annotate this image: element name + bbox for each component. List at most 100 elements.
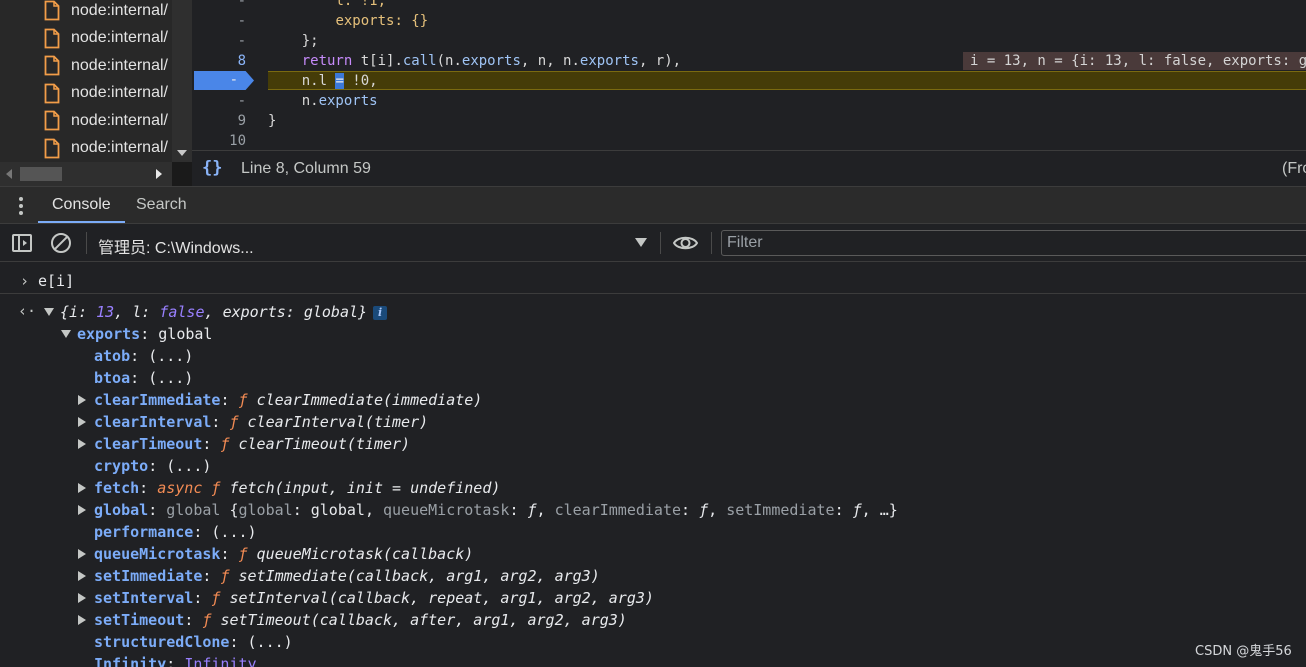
code-line-text: return t[i].call(n.exports, n, n.exports… [301,53,682,69]
info-icon[interactable]: i [373,305,388,320]
file-list-vertical-scrollbar[interactable] [172,0,192,162]
show-sidebar-icon[interactable] [12,234,32,252]
expand-property-icon[interactable] [78,593,86,603]
expand-property-icon[interactable] [78,483,86,493]
expand-result-icon[interactable] [44,308,54,316]
scroll-left-arrow-icon[interactable] [6,169,12,179]
line-number[interactable]: - [196,31,246,51]
function-symbol-icon: ƒ [238,391,248,409]
console-input-expression: e[i] [38,272,75,290]
property-row[interactable]: setTimeout: ƒ setTimeout(callback, after… [94,609,627,631]
property-row[interactable]: btoa: (...) [94,367,193,389]
code-line[interactable]: } [268,111,276,131]
code-line[interactable]: exports: {} [268,11,428,31]
file-tree-item-label: node:internal/ [71,56,168,74]
console-filter-input[interactable] [721,230,1306,256]
property-row[interactable]: clearImmediate: ƒ clearImmediate(immedia… [94,389,482,411]
result-object-summary[interactable]: {i: 13, l: false, exports: global} i [60,301,388,323]
scroll-down-arrow-icon[interactable] [177,150,187,156]
property-row[interactable]: queueMicrotask: ƒ queueMicrotask(callbac… [94,543,473,565]
line-number[interactable]: 8 [196,51,246,71]
scrollbar-corner [172,162,192,186]
property-value: (...) [166,457,212,475]
execution-context-select[interactable]: 管理员: C:\Windows... [98,224,658,262]
execution-context-label: 管理员: C:\Windows... [98,240,254,257]
drawer-tab-bar: Console Search [0,186,1306,224]
code-line[interactable]: }; [268,31,319,51]
expand-property-icon[interactable] [78,549,86,559]
code-line-return[interactable]: return t[i].call(n.exports, n, n.exports… [268,51,681,71]
line-number[interactable]: 10 [196,131,246,150]
console-output[interactable]: › e[i] ‹· {i: 13, l: false, exports: glo… [0,262,1306,667]
expand-property-icon[interactable] [78,615,86,625]
property-row[interactable]: global: global {global: global, queueMic… [94,499,898,521]
scroll-right-arrow-icon[interactable] [156,169,162,179]
execution-line-marker[interactable]: - [194,71,254,90]
source-origin-label[interactable]: (Fro [1282,160,1306,178]
code-line-paused[interactable]: n.l = !0, [268,71,378,91]
code-line-text: }; [301,33,319,49]
expand-property-icon[interactable] [78,571,86,581]
property-key: btoa [94,369,131,387]
watermark-text: CSDN @鬼手56 [1195,644,1292,659]
file-tree-item[interactable]: node:internal/ [0,52,172,79]
file-tree-item[interactable]: node:internal/ [0,107,172,134]
line-number[interactable]: - [196,11,246,31]
file-tree-item[interactable]: node:internal/ [0,25,172,52]
pretty-print-icon[interactable]: {} [202,158,222,178]
file-tree-item-label: node:internal/ [71,139,168,156]
source-editor[interactable]: - - -8-9 10 - l: !1, exports: {} }; return … [192,0,1306,150]
dropdown-arrow-icon[interactable] [635,238,647,247]
code-line[interactable]: n.exports [268,91,378,111]
property-value: clearTimeout(timer) [238,435,411,453]
property-key: clearImmediate [94,391,221,409]
property-row[interactable]: Infinity: Infinity [94,653,257,667]
property-row[interactable]: crypto: (...) [94,455,211,477]
tab-console[interactable]: Console [38,187,125,223]
property-row[interactable]: clearTimeout: ƒ clearTimeout(timer) [94,433,410,455]
line-number[interactable]: 9 [196,111,246,131]
file-tree-item[interactable]: node:internal/ [0,135,172,162]
property-value: setImmediate(callback, arg1, arg2, arg3) [238,567,600,585]
line-number[interactable]: - [196,0,246,11]
expand-property-icon[interactable] [78,505,86,515]
live-expression-eye-icon[interactable] [673,234,698,252]
file-tree-item-label: node:internal/ [71,111,168,129]
more-options-icon[interactable] [16,196,26,216]
paused-line-highlight [268,71,1306,90]
property-value: (...) [148,347,194,365]
property-value: setTimeout(callback, after, arg1, arg2, … [220,611,627,629]
expand-exports-icon[interactable] [61,330,71,338]
file-tree-item[interactable]: node:internal/ [0,80,172,107]
expand-property-icon[interactable] [78,395,86,405]
property-row[interactable]: setInterval: ƒ setInterval(callback, rep… [94,587,654,609]
prompt-chevron-icon: › [20,272,30,290]
expand-property-icon[interactable] [78,417,86,427]
property-row[interactable]: setImmediate: ƒ setImmediate(callback, a… [94,565,600,587]
property-key: fetch [94,479,140,497]
horizontal-scroll-thumb[interactable] [20,167,62,181]
property-row[interactable]: performance: (...) [94,521,257,543]
exports-property-row[interactable]: exports: global [77,323,212,345]
property-row[interactable]: atob: (...) [94,345,193,367]
property-value: clearInterval(timer) [247,413,429,431]
code-line[interactable]: l: !1, [268,0,386,11]
property-key: structuredClone [94,633,230,651]
property-row[interactable]: fetch: async ƒ fetch(input, init = undef… [94,477,500,499]
property-row[interactable]: clearInterval: ƒ clearInterval(timer) [94,411,428,433]
code-line-text: n.exports [301,93,378,109]
file-tree-item-label: node:internal/ [71,1,168,19]
line-number[interactable]: - [196,91,246,111]
tab-search[interactable]: Search [122,187,201,223]
property-row[interactable]: structuredClone: (...) [94,631,293,653]
property-key: global [94,501,149,519]
function-symbol-icon: ƒ [238,545,248,563]
clear-console-icon[interactable] [51,233,71,253]
file-list-horizontal-scrollbar[interactable] [0,162,172,186]
console-input-row[interactable]: › e[i] [0,268,1306,294]
property-value: Infinity [184,655,257,667]
expand-property-icon[interactable] [78,439,86,449]
property-value: fetch(input, init = undefined) [229,479,501,497]
exec-marker-label: - [229,72,238,88]
file-tree-item[interactable]: node:internal/ [0,0,172,24]
